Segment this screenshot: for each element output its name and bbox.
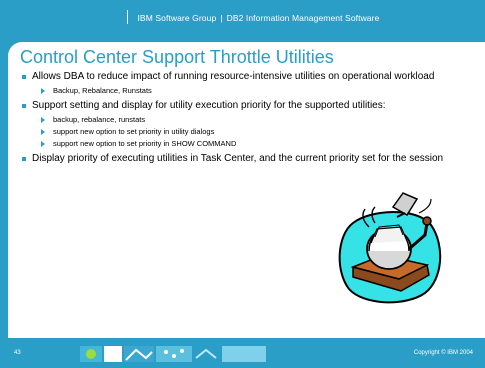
- sub-bullet-text: Backup, Rebalance, Runstats: [53, 86, 152, 95]
- bullet-text: Allows DBA to reduce impact of running r…: [32, 71, 435, 82]
- bullet-group-3: Display priority of executing utilities …: [20, 153, 478, 165]
- bullet-item: Display priority of executing utilities …: [20, 153, 478, 165]
- triangle-bullet-icon: [41, 88, 45, 94]
- sub-bullet-item: support new option to set priority in ut…: [20, 127, 478, 137]
- rolodex-card-file-icon: [338, 192, 442, 304]
- bullet-item: Allows DBA to reduce impact of running r…: [20, 71, 478, 83]
- footer-image-strip: [80, 346, 266, 362]
- triangle-bullet-icon: [41, 141, 45, 147]
- sub-bullet-item: support new option to set priority in SH…: [20, 139, 478, 149]
- sub-bullet-item: Backup, Rebalance, Runstats: [20, 86, 478, 96]
- sub-bullet-item: backup, rebalance, runstats: [20, 115, 478, 125]
- bullet-item: Support setting and display for utility …: [20, 100, 478, 112]
- bullet-group-2: Support setting and display for utility …: [20, 100, 478, 149]
- sub-bullet-text: support new option to set priority in SH…: [53, 139, 237, 148]
- triangle-bullet-icon: [41, 129, 45, 135]
- sub-bullet-text: support new option to set priority in ut…: [53, 127, 215, 136]
- bullet-group-1: Allows DBA to reduce impact of running r…: [20, 71, 478, 96]
- triangle-bullet-icon: [41, 117, 45, 123]
- bullet-list: Allows DBA to reduce impact of running r…: [20, 71, 478, 169]
- sub-bullet-text: backup, rebalance, runstats: [53, 115, 146, 124]
- slide: IBM Software Group | DB2 Information Manag…: [0, 0, 485, 368]
- bullet-text: Support setting and display for utility …: [32, 100, 386, 111]
- header-division-name: DB2 Information Management Software: [226, 13, 380, 23]
- bullet-text: Display priority of executing utilities …: [32, 153, 444, 164]
- slide-title: Control Center Support Throttle Utilitie…: [20, 47, 334, 67]
- square-bullet-icon: [22, 157, 26, 161]
- square-bullet-icon: [22, 104, 26, 108]
- copyright-text: Copyright © IBM 2004: [413, 350, 473, 356]
- header-group-name: IBM Software Group: [137, 13, 217, 23]
- square-bullet-icon: [22, 75, 26, 79]
- header-text: IBM Software Group | DB2 Information Manag…: [127, 13, 379, 23]
- header-separator: |: [220, 13, 223, 23]
- page-number: 43: [14, 350, 21, 356]
